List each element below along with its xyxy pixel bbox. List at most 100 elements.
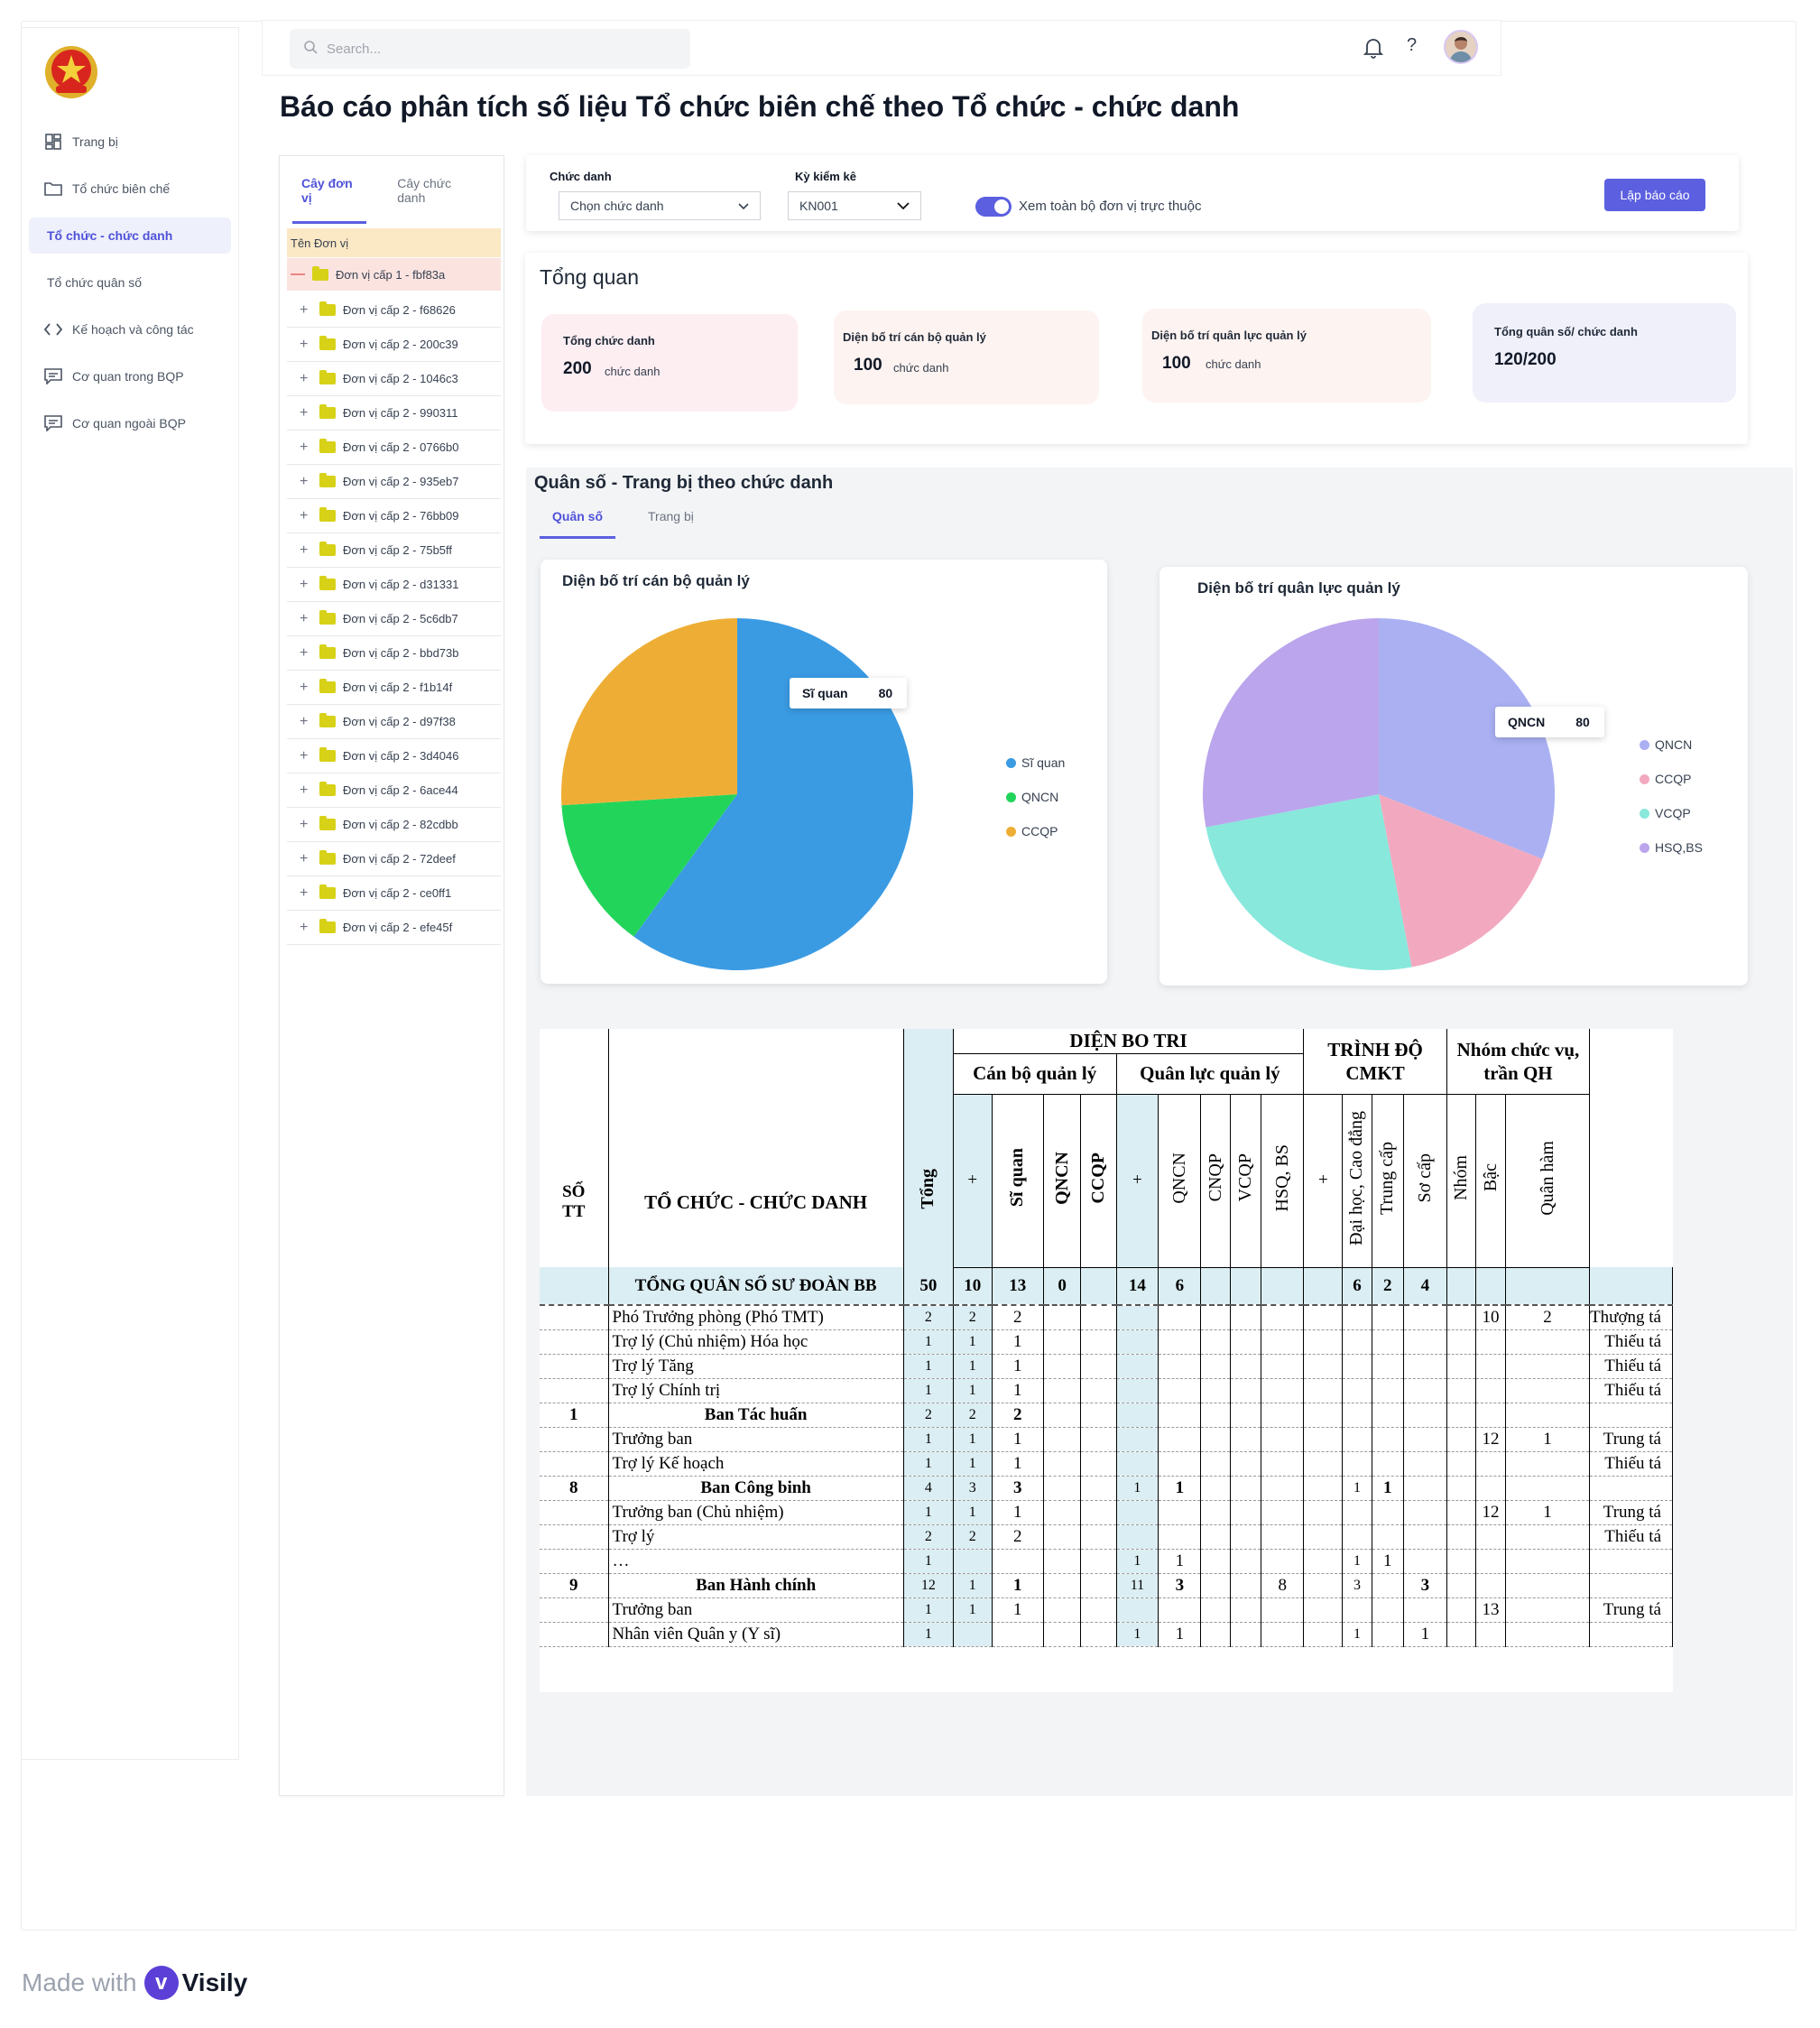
sidebar-item-trang-bi[interactable]: Trang bị bbox=[29, 124, 231, 160]
visily-brand[interactable]: v Visily bbox=[143, 1966, 248, 2000]
tree-node[interactable]: + Đơn vị cấp 2 - 200c39 bbox=[287, 328, 501, 362]
brand-name: Visily bbox=[181, 1968, 248, 1996]
header-si_quan: Sĩ quan bbox=[992, 1093, 1044, 1268]
expand-icon[interactable]: + bbox=[300, 680, 316, 696]
tab-cay-don-vi[interactable]: Cây đơn vị bbox=[292, 176, 367, 224]
tree-node[interactable]: + Đơn vị cấp 2 - f68626 bbox=[287, 293, 501, 328]
tree-node[interactable]: + Đơn vị cấp 2 - 75b5ff bbox=[287, 533, 501, 568]
tree-node-label: Đơn vị cấp 2 - 935eb7 bbox=[343, 475, 459, 488]
folder-icon bbox=[319, 301, 336, 316]
legend-item[interactable]: VCQP bbox=[1640, 796, 1703, 830]
help-icon[interactable]: ? bbox=[1407, 35, 1417, 56]
cell bbox=[1403, 1378, 1447, 1403]
legend-item[interactable]: QNCN bbox=[1006, 780, 1065, 814]
legend-item[interactable]: HSQ,BS bbox=[1640, 830, 1703, 865]
tab-cay-chuc-danh[interactable]: Cây chức danh bbox=[388, 176, 482, 224]
expand-icon[interactable]: + bbox=[300, 885, 316, 902]
tree-node[interactable]: + Đơn vị cấp 2 - 935eb7 bbox=[287, 465, 501, 499]
expand-icon[interactable]: + bbox=[300, 508, 316, 524]
tree-node[interactable]: + Đơn vị cấp 2 - d97f38 bbox=[287, 705, 501, 739]
bell-icon[interactable] bbox=[1363, 37, 1384, 63]
cell bbox=[1372, 1573, 1405, 1598]
cell: 0 bbox=[1043, 1267, 1082, 1306]
table-row: 9 Ban Hành chính 12 1 1 11 3 8 3 3 bbox=[540, 1573, 1673, 1598]
tree-node[interactable]: + Đơn vị cấp 2 - 76bb09 bbox=[287, 499, 501, 533]
table-row: … 1 1 1 1 1 bbox=[540, 1549, 1673, 1574]
expand-icon[interactable]: + bbox=[300, 851, 316, 867]
cell bbox=[1303, 1476, 1344, 1501]
sidebar-item-to-chuc-quan-so[interactable]: Tổ chức quân số bbox=[29, 264, 231, 301]
cell: 1 bbox=[953, 1597, 993, 1623]
tree-node[interactable]: + Đơn vị cấp 2 - bbd73b bbox=[287, 636, 501, 671]
cell: 1 bbox=[1505, 1427, 1591, 1452]
expand-icon[interactable]: + bbox=[300, 817, 316, 833]
table-row: Trợ lý Tăng 1 1 1 Thiếu tá bbox=[540, 1354, 1673, 1379]
legend-item[interactable]: CCQP bbox=[1640, 762, 1703, 796]
cell bbox=[1403, 1305, 1447, 1330]
expand-icon[interactable]: + bbox=[300, 405, 316, 421]
ky-kiem-ke-select[interactable]: KN001 bbox=[788, 191, 921, 220]
tree-node[interactable]: + Đơn vị cấp 2 - 990311 bbox=[287, 396, 501, 431]
tree-node[interactable]: + Đơn vị cấp 2 - 5c6db7 bbox=[287, 602, 501, 636]
sidebar-item-ke-hoach[interactable]: Kế hoạch và công tác bbox=[29, 311, 231, 347]
legend-item[interactable]: Sĩ quan bbox=[1006, 745, 1065, 780]
collapse-icon[interactable]: — bbox=[291, 266, 307, 282]
tree-node[interactable]: + Đơn vị cấp 2 - d31331 bbox=[287, 568, 501, 602]
expand-icon[interactable]: + bbox=[300, 474, 316, 490]
sidebar-item-co-quan-trong-bqp[interactable]: Cơ quan trong BQP bbox=[29, 358, 231, 394]
avatar[interactable] bbox=[1444, 30, 1478, 64]
sidebar-item-co-quan-ngoai-bqp[interactable]: Cơ quan ngoài BQP bbox=[29, 405, 231, 441]
tree-node[interactable]: + Đơn vị cấp 2 - f1b14f bbox=[287, 671, 501, 705]
legend-item[interactable]: QNCN bbox=[1640, 727, 1703, 762]
expand-icon[interactable]: + bbox=[300, 302, 316, 319]
cell: 1 bbox=[953, 1500, 993, 1525]
cell bbox=[1342, 1451, 1372, 1477]
expand-icon[interactable]: + bbox=[300, 337, 316, 353]
expand-icon[interactable]: + bbox=[300, 611, 316, 627]
expand-icon[interactable]: + bbox=[300, 577, 316, 593]
toggle-all-units[interactable] bbox=[975, 197, 1012, 217]
pie-slice-ccqp[interactable] bbox=[561, 618, 737, 806]
tab-trang-bi[interactable]: Trang bị bbox=[635, 507, 707, 539]
legend-swatch bbox=[1006, 826, 1016, 837]
create-report-button[interactable]: Lập báo cáo bbox=[1604, 179, 1705, 211]
cell bbox=[1342, 1427, 1372, 1452]
cell: 13 bbox=[992, 1267, 1044, 1306]
expand-icon[interactable]: + bbox=[300, 371, 316, 387]
tree-node[interactable]: + Đơn vị cấp 2 - 0766b0 bbox=[287, 431, 501, 465]
expand-icon[interactable]: + bbox=[300, 645, 316, 662]
expand-icon[interactable]: + bbox=[300, 714, 316, 730]
pie-slice-hsq-bs[interactable] bbox=[1203, 618, 1379, 828]
cell: 1 bbox=[903, 1500, 954, 1525]
search-input[interactable]: Search... bbox=[290, 29, 690, 69]
cell: 1 bbox=[953, 1329, 993, 1355]
tree-node[interactable]: + Đơn vị cấp 2 - 1046c3 bbox=[287, 362, 501, 396]
expand-icon[interactable]: + bbox=[300, 440, 316, 456]
cell bbox=[1116, 1378, 1159, 1403]
expand-icon[interactable]: + bbox=[300, 542, 316, 559]
tree-node[interactable]: + Đơn vị cấp 2 - 3d4046 bbox=[287, 739, 501, 773]
legend-swatch bbox=[1640, 808, 1649, 819]
tree-root-node[interactable]: — Đơn vị cấp 1 - fbf83a bbox=[287, 258, 501, 291]
chuc-danh-select[interactable]: Chọn chức danh bbox=[559, 191, 761, 220]
tree-node[interactable]: + Đơn vị cấp 2 - 6ace44 bbox=[287, 773, 501, 808]
message-icon bbox=[43, 366, 63, 386]
cell: 11 bbox=[1116, 1573, 1159, 1598]
cell: 6 bbox=[1158, 1267, 1202, 1306]
cell: 1 bbox=[992, 1451, 1044, 1477]
tree-node[interactable]: + Đơn vị cấp 2 - 72deef bbox=[287, 842, 501, 876]
cell bbox=[1230, 1451, 1262, 1477]
tab-quan-so[interactable]: Quân số bbox=[540, 507, 616, 539]
tree-node[interactable]: + Đơn vị cấp 2 - ce0ff1 bbox=[287, 876, 501, 911]
sidebar-item-to-chuc-bien-che[interactable]: Tổ chức biên chế bbox=[29, 171, 231, 207]
sidebar-item-to-chuc-chuc-danh[interactable]: Tổ chức - chức danh bbox=[29, 218, 231, 254]
code-icon bbox=[43, 319, 63, 339]
legend-item[interactable]: CCQP bbox=[1006, 814, 1065, 848]
expand-icon[interactable]: + bbox=[300, 782, 316, 799]
expand-icon[interactable]: + bbox=[300, 748, 316, 764]
cell bbox=[1342, 1524, 1372, 1550]
cell bbox=[1589, 1573, 1673, 1598]
expand-icon[interactable]: + bbox=[300, 920, 316, 936]
tree-node[interactable]: + Đơn vị cấp 2 - 82cdbb bbox=[287, 808, 501, 842]
tree-node[interactable]: + Đơn vị cấp 2 - efe45f bbox=[287, 911, 501, 945]
